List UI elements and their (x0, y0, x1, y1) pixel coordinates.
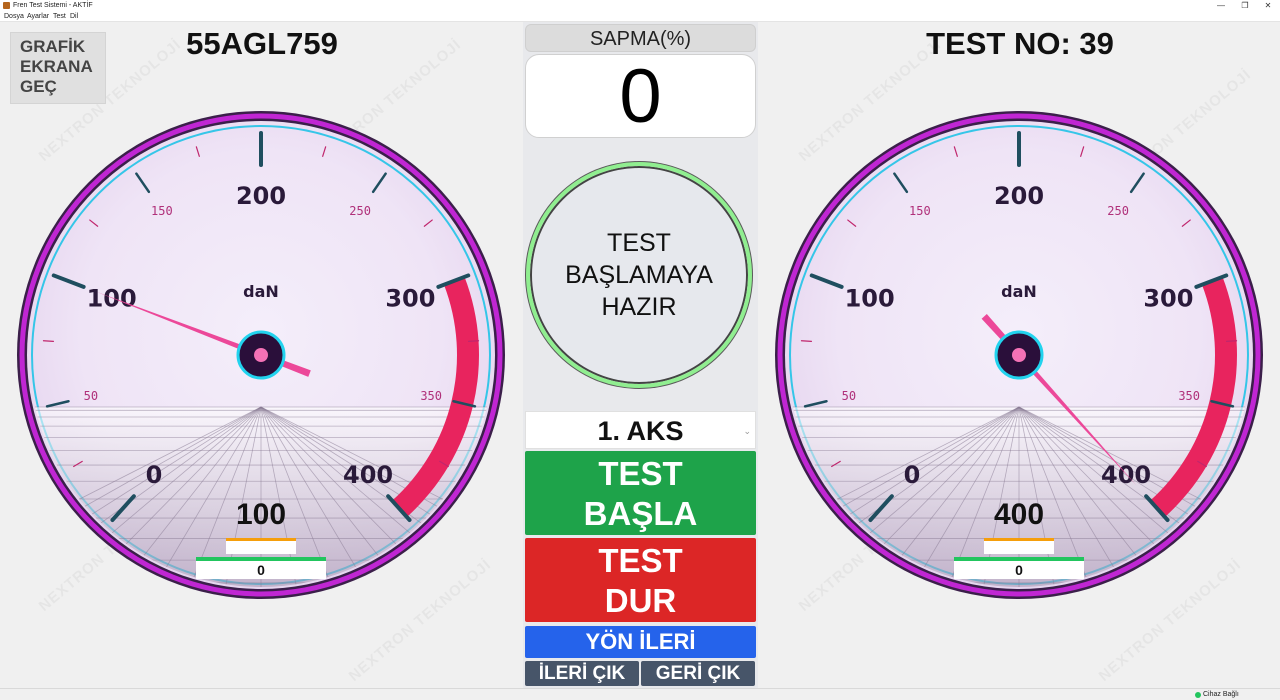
right-gauge-bottom-value: 0 (954, 557, 1084, 579)
gauge-major-label: 300 (385, 285, 435, 313)
gauge-major-label: 100 (845, 285, 895, 313)
menu-dil[interactable]: Dil (70, 11, 78, 22)
deviation-label: SAPMA(%) (525, 24, 756, 52)
right-gauge-value: 400 (993, 498, 1045, 531)
gauge-tick (467, 340, 480, 342)
gauge-unit-label: daN (1001, 282, 1037, 301)
axle-select-value: 1. AKS (597, 416, 684, 446)
gauge-unit-label: daN (243, 282, 279, 301)
gauge-minor-label: 150 (909, 204, 931, 218)
gauge-major-label: 200 (236, 182, 286, 210)
gauge-major-label: 100 (87, 285, 137, 313)
main-panel: NEXTRON TEKNOLOJİ NEXTRON TEKNOLOJİ NEXT… (0, 22, 1280, 688)
connection-status-icon (1195, 692, 1201, 698)
back-exit-button[interactable]: GERİ ÇIK (641, 661, 755, 686)
gauge-minor-label: 250 (349, 204, 371, 218)
minimize-button[interactable]: — (1209, 0, 1233, 11)
test-start-button[interactable]: TEST BAŞLA (525, 451, 756, 535)
gauge-major-label: 300 (1143, 285, 1193, 313)
graph-screen-button[interactable]: GRAFİK EKRANA GEÇ (10, 32, 106, 104)
gauge-tick (1225, 340, 1238, 342)
menu-test[interactable]: Test (53, 11, 66, 22)
window-title: Fren Test Sistemi - AKTİF (13, 2, 93, 9)
direction-button[interactable]: YÖN İLERİ (525, 626, 756, 658)
test-number: TEST NO: 39 (926, 26, 1114, 61)
left-gauge-bottom-value: 0 (196, 557, 326, 579)
gauge-hub-center (254, 348, 268, 362)
gauge-major-label: 0 (904, 461, 921, 489)
right-gauge-orange-bar (984, 538, 1054, 554)
forward-exit-button[interactable]: İLERİ ÇIK (525, 661, 639, 686)
gauge-major-label: 400 (343, 461, 393, 489)
menu-dosya[interactable]: Dosya (4, 11, 24, 22)
status-bar: Cihaz Bağlı (0, 688, 1280, 700)
gauge-tick (42, 340, 55, 342)
axle-select[interactable]: 1. AKS ⌄ (525, 411, 756, 449)
gauge-minor-label: 350 (1178, 389, 1200, 403)
gauge-major-label: 400 (1101, 461, 1151, 489)
gauge-tick (800, 340, 813, 342)
test-stop-button[interactable]: TEST DUR (525, 538, 756, 622)
gauge-minor-label: 350 (420, 389, 442, 403)
chevron-down-icon: ⌄ (743, 426, 751, 436)
gauge-minor-label: 250 (1107, 204, 1129, 218)
plate-number: 55AGL759 (186, 26, 338, 61)
deviation-value: 0 (525, 54, 756, 139)
menu-ayarlar[interactable]: Ayarlar (27, 11, 49, 22)
gauge-minor-label: 150 (151, 204, 173, 218)
maximize-button[interactable]: ❐ (1233, 0, 1257, 11)
gauge-hub-center (1012, 348, 1026, 362)
gauge-major-label: 200 (994, 182, 1044, 210)
left-gauge-orange-bar (226, 538, 296, 554)
left-gauge-value: 100 (235, 498, 287, 531)
test-status-indicator: TEST BAŞLAMAYA HAZIR (526, 162, 752, 388)
connection-status: Cihaz Bağlı (1203, 691, 1239, 698)
gauge-minor-label: 50 (842, 389, 856, 403)
app-icon (3, 2, 10, 9)
gauge-minor-label: 50 (84, 389, 98, 403)
menu-bar: Dosya Ayarlar Test Dil (0, 11, 1280, 22)
title-bar: Fren Test Sistemi - AKTİF — ❐ ✕ (0, 0, 1280, 11)
gauge-major-label: 0 (146, 461, 163, 489)
close-button[interactable]: ✕ (1256, 0, 1280, 11)
